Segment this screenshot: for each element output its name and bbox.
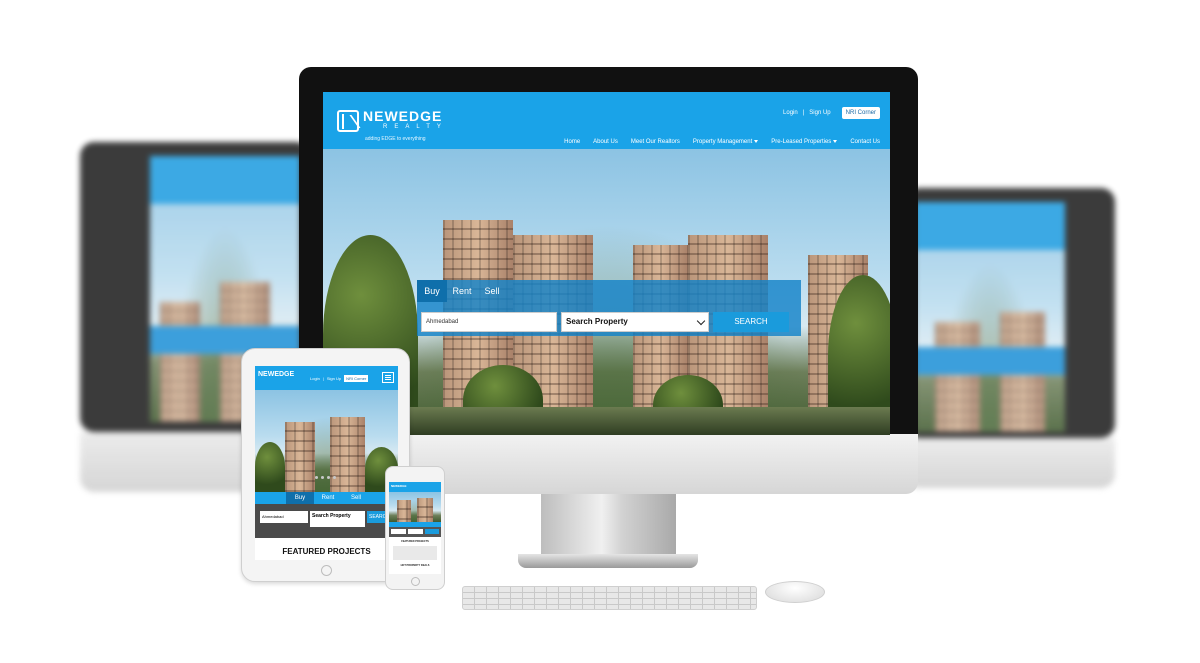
phone-website-screen: NEWEDGE FEATURED PROJECTS HOT PROPERTY D… [389,482,441,574]
tablet-signup-link[interactable]: Sign Up [327,376,341,381]
tablet-property-type-select[interactable]: Search Property [310,511,365,527]
phone-featured-image [393,546,437,560]
imac-stand-foot [518,554,698,568]
carousel-dots[interactable] [315,476,336,479]
tab-buy[interactable]: Buy [417,280,447,302]
nav-about-us[interactable]: About Us [593,139,618,145]
phone-device: NEWEDGE FEATURED PROJECTS HOT PROPERTY D… [385,466,445,590]
tab-rent[interactable]: Rent [447,280,477,302]
nav-contact-us[interactable]: Contact Us [850,139,880,145]
chevron-down-icon [696,316,706,326]
search-panel: Ahmedabad Search Property SEARCH [417,302,801,336]
tablet-search-panel: Ahmedabad Search Property SEARCH [255,504,398,538]
logo-tagline: adding EDGE to everything [365,136,426,142]
phone-search-panel [389,527,441,537]
right-background-monitor [905,188,1115,508]
search-button[interactable]: SEARCH [713,312,789,332]
phone-hero-banner [389,492,441,522]
newedge-logo-icon[interactable] [337,110,359,132]
keyboard [462,586,757,610]
tablet-website-screen: NEWEDGE Login | Sign Up NRI Corner Buy R… [255,366,398,560]
main-nav: Home About Us Meet Our Realtors Property… [564,139,880,145]
signup-link[interactable]: Sign Up [809,110,830,116]
nav-pre-leased-properties-label: Pre-Leased Properties [771,139,832,145]
city-input[interactable]: Ahmedabad [421,312,557,332]
tablet-city-input[interactable]: Ahmedabad [260,511,308,523]
tablet-search-tabs: Buy Rent Sell [255,492,398,504]
site-header: NEWEDGE REALTY adding EDGE to everything… [323,92,890,149]
tablet-login-link[interactable]: Login [310,376,320,381]
imac-stand [541,494,676,556]
tablet-tab-buy[interactable]: Buy [286,492,314,504]
tablet-link-separator: | [322,376,324,381]
nav-meet-our-realtors[interactable]: Meet Our Realtors [631,139,680,145]
caret-down-icon [833,139,838,143]
phone-featured-projects-title: FEATURED PROJECTS [401,540,429,543]
nav-home[interactable]: Home [564,139,580,145]
logo-wordmark[interactable]: NEWEDGE [363,108,442,124]
nav-pre-leased-properties[interactable]: Pre-Leased Properties [771,139,838,145]
tablet-home-button [321,565,332,576]
nav-property-management-label: Property Management [692,139,753,145]
logo-subtitle: REALTY [383,124,448,130]
tablet-logo[interactable]: NEWEDGE [258,371,294,378]
tablet-nri-corner-button[interactable]: NRI Corner [344,375,369,382]
phone-hot-deals-title: HOT PROPERTY DEALS [400,564,430,567]
mouse [765,581,825,603]
caret-down-icon [754,139,759,143]
nri-corner-button[interactable]: NRI Corner [841,107,880,119]
tab-sell[interactable]: Sell [477,280,507,302]
login-link[interactable]: Login [783,110,798,116]
property-type-select[interactable]: Search Property [561,312,709,332]
top-links: Login | Sign Up NRI Corner [783,107,880,119]
phone-header[interactable]: NEWEDGE [389,482,441,492]
nav-property-management[interactable]: Property Management [692,139,759,145]
tablet-featured-projects-title: FEATURED PROJECTS [282,547,371,556]
hamburger-menu-icon[interactable] [382,372,394,383]
tablet-header: NEWEDGE Login | Sign Up NRI Corner [255,366,398,390]
search-tabs: Buy Rent Sell [417,280,801,302]
link-separator: | [802,110,805,116]
tablet-tab-rent[interactable]: Rent [314,492,342,504]
tablet-top-links: Login | Sign Up NRI Corner [310,375,369,382]
phone-home-button [411,577,420,586]
property-type-value: Search Property [566,317,628,326]
tablet-tab-sell[interactable]: Sell [342,492,370,504]
